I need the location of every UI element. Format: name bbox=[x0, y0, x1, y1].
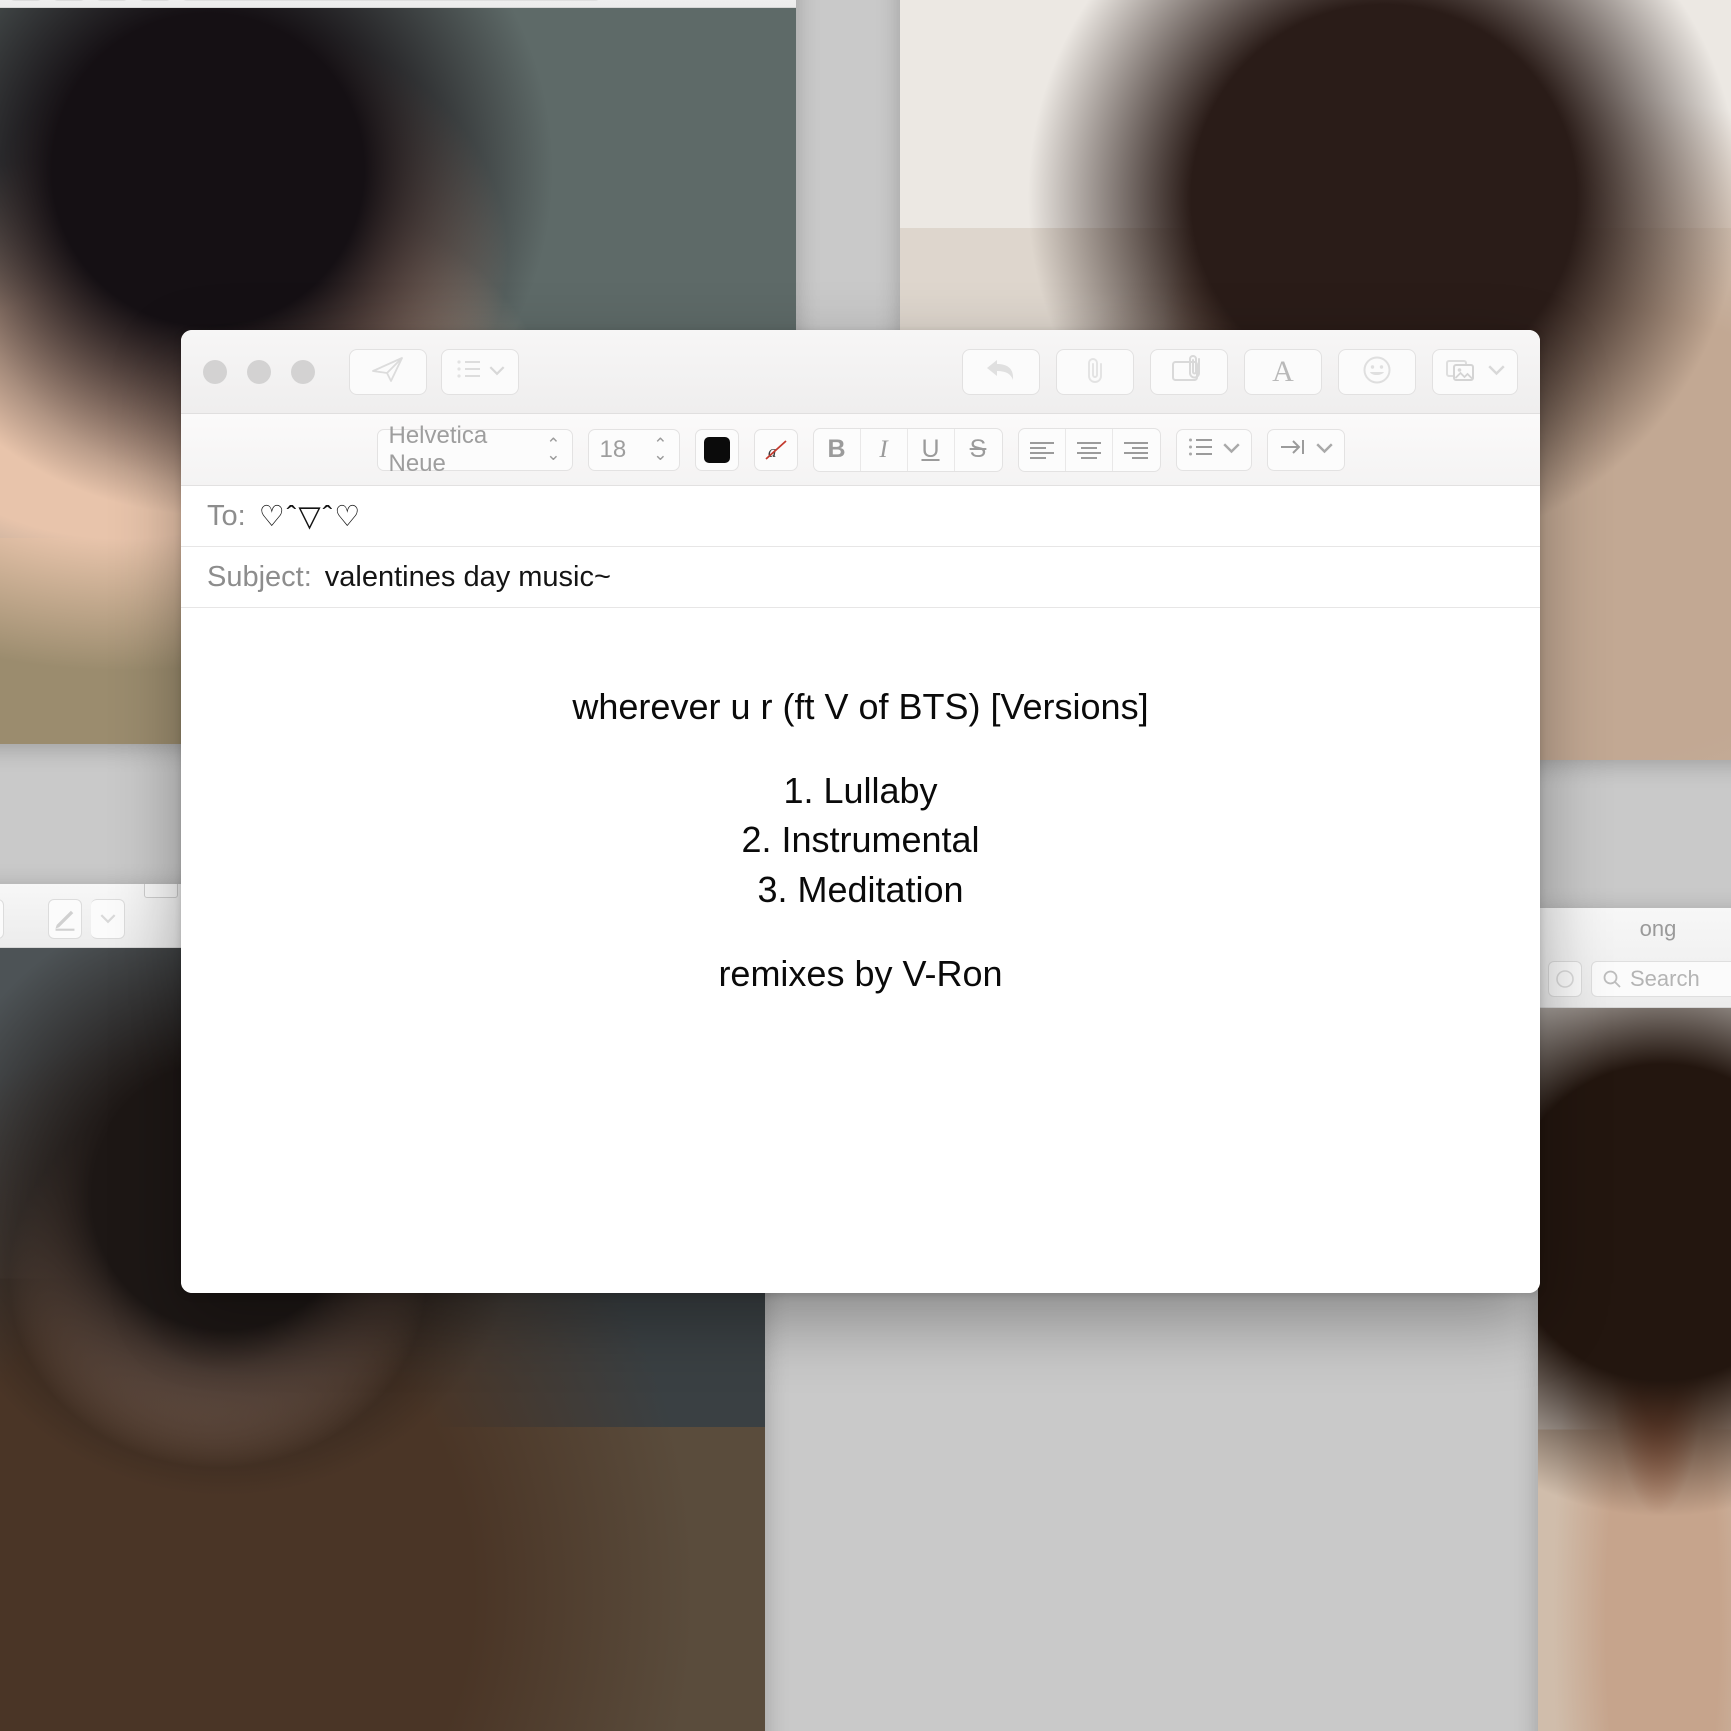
screen: Search bbox=[0, 0, 1731, 1731]
chevron-down-icon[interactable] bbox=[91, 898, 125, 939]
send-paper-plane-icon bbox=[371, 355, 405, 388]
reply-arrow-icon bbox=[984, 357, 1018, 388]
font-size-value: 18 bbox=[599, 435, 627, 463]
smiley-face-icon bbox=[1361, 354, 1393, 391]
compose-titlebar: A bbox=[181, 330, 1540, 414]
emoji-button[interactable] bbox=[1338, 349, 1416, 395]
indent-button[interactable] bbox=[1266, 428, 1345, 471]
text-color-swatch[interactable] bbox=[694, 428, 739, 471]
reply-button[interactable] bbox=[962, 349, 1040, 395]
search-input[interactable]: Search bbox=[1591, 961, 1731, 997]
font-family-select[interactable]: Helvetica Neue ⌃ ⌄ bbox=[376, 422, 573, 477]
text-style-segment[interactable]: B I U S bbox=[812, 427, 1003, 472]
subject-input[interactable]: valentines day music~ bbox=[325, 561, 611, 594]
bullet-list-button[interactable] bbox=[1175, 428, 1252, 471]
strikethrough-a-icon[interactable]: a bbox=[753, 428, 798, 471]
to-label: To: bbox=[207, 499, 246, 532]
share-icon[interactable] bbox=[0, 898, 4, 939]
align-right-icon[interactable] bbox=[1113, 429, 1160, 471]
body-line-item-1: 1. Lullaby bbox=[783, 769, 938, 811]
body-line-item-3: 3. Meditation bbox=[757, 869, 964, 911]
to-input[interactable]: ♡ˆ▽ˆ♡ bbox=[259, 499, 363, 534]
chevron-down-icon bbox=[1315, 441, 1333, 459]
bottom-right-toolbar[interactable]: ong Search bbox=[1538, 908, 1731, 1008]
top-left-toolbar[interactable]: Search bbox=[0, 0, 796, 8]
markup-pen-icon[interactable] bbox=[48, 898, 82, 939]
subject-field-row[interactable]: Subject: valentines day music~ bbox=[181, 547, 1540, 608]
chevron-down-icon[interactable] bbox=[52, 0, 86, 1]
video-tile-bottom-right bbox=[1538, 1008, 1731, 1731]
body-line-credit: remixes by V-Ron bbox=[718, 952, 1003, 994]
document-thumbnail[interactable] bbox=[144, 884, 178, 898]
bold-button[interactable]: B bbox=[814, 428, 861, 471]
body-line-title: wherever u r (ft V of BTS) [Versions] bbox=[572, 686, 1149, 727]
window-controls[interactable] bbox=[203, 359, 315, 384]
chevron-down-icon bbox=[1222, 441, 1240, 459]
indent-tab-icon bbox=[1279, 437, 1307, 462]
format-toolbar[interactable]: Helvetica Neue ⌃ ⌄ 18 ⌃ ⌄ a B I U S bbox=[181, 414, 1540, 486]
message-body[interactable]: wherever u r (ft V of BTS) [Versions] 1.… bbox=[181, 610, 1540, 1293]
stepper-icon: ⌃ ⌄ bbox=[653, 435, 668, 464]
align-left-icon[interactable] bbox=[1019, 428, 1066, 471]
preview-window-bottom-right[interactable]: ong Search bbox=[1538, 908, 1731, 1731]
send-button[interactable] bbox=[349, 348, 427, 395]
format-button[interactable]: A bbox=[1244, 349, 1322, 395]
markup-attachment-icon bbox=[1170, 354, 1208, 390]
photo-browser-button[interactable] bbox=[1432, 349, 1518, 395]
search-input[interactable]: Search bbox=[181, 0, 601, 1]
paperclip-icon bbox=[1082, 356, 1108, 389]
to-field-row[interactable]: To: ♡ˆ▽ˆ♡ bbox=[181, 486, 1540, 547]
stepper-icon: ⌃ ⌄ bbox=[546, 435, 561, 464]
rotate-icon[interactable] bbox=[95, 0, 129, 1]
circle-icon[interactable] bbox=[1548, 961, 1582, 997]
markup-pen-icon[interactable] bbox=[9, 0, 43, 1]
body-line-item-2: 2. Instrumental bbox=[741, 819, 980, 861]
alignment-segment[interactable] bbox=[1017, 427, 1161, 472]
strikethrough-button[interactable]: S bbox=[955, 429, 1002, 471]
window-title: ong bbox=[1639, 916, 1677, 941]
chevron-down-icon bbox=[489, 363, 505, 381]
zoom-button[interactable] bbox=[291, 359, 315, 384]
close-button[interactable] bbox=[203, 359, 227, 384]
chevron-down-icon bbox=[1488, 363, 1505, 381]
bullet-list-icon bbox=[1188, 437, 1214, 462]
list-icon bbox=[456, 358, 482, 385]
align-center-icon[interactable] bbox=[1066, 428, 1113, 471]
minimize-button[interactable] bbox=[247, 359, 271, 384]
italic-button[interactable]: I bbox=[861, 428, 908, 471]
format-A-icon: A bbox=[1272, 355, 1294, 388]
photo-browser-icon bbox=[1445, 356, 1481, 389]
compose-right-tools[interactable]: A bbox=[962, 330, 1518, 414]
mail-compose-window[interactable]: A Helvetica Neue ⌃ ⌄ 18 ⌃ ⌄ a B I U S To… bbox=[181, 330, 1540, 1293]
header-fields-button[interactable] bbox=[441, 348, 519, 395]
annotate-icon[interactable] bbox=[138, 0, 172, 1]
font-family-value: Helvetica Neue bbox=[388, 421, 488, 477]
font-size-select[interactable]: 18 ⌃ ⌄ bbox=[587, 428, 680, 471]
search-placeholder: Search bbox=[1630, 966, 1700, 991]
subject-label: Subject: bbox=[207, 560, 312, 593]
underline-button[interactable]: U bbox=[908, 428, 955, 471]
markup-button[interactable] bbox=[1150, 349, 1228, 395]
attach-button[interactable] bbox=[1056, 349, 1134, 395]
